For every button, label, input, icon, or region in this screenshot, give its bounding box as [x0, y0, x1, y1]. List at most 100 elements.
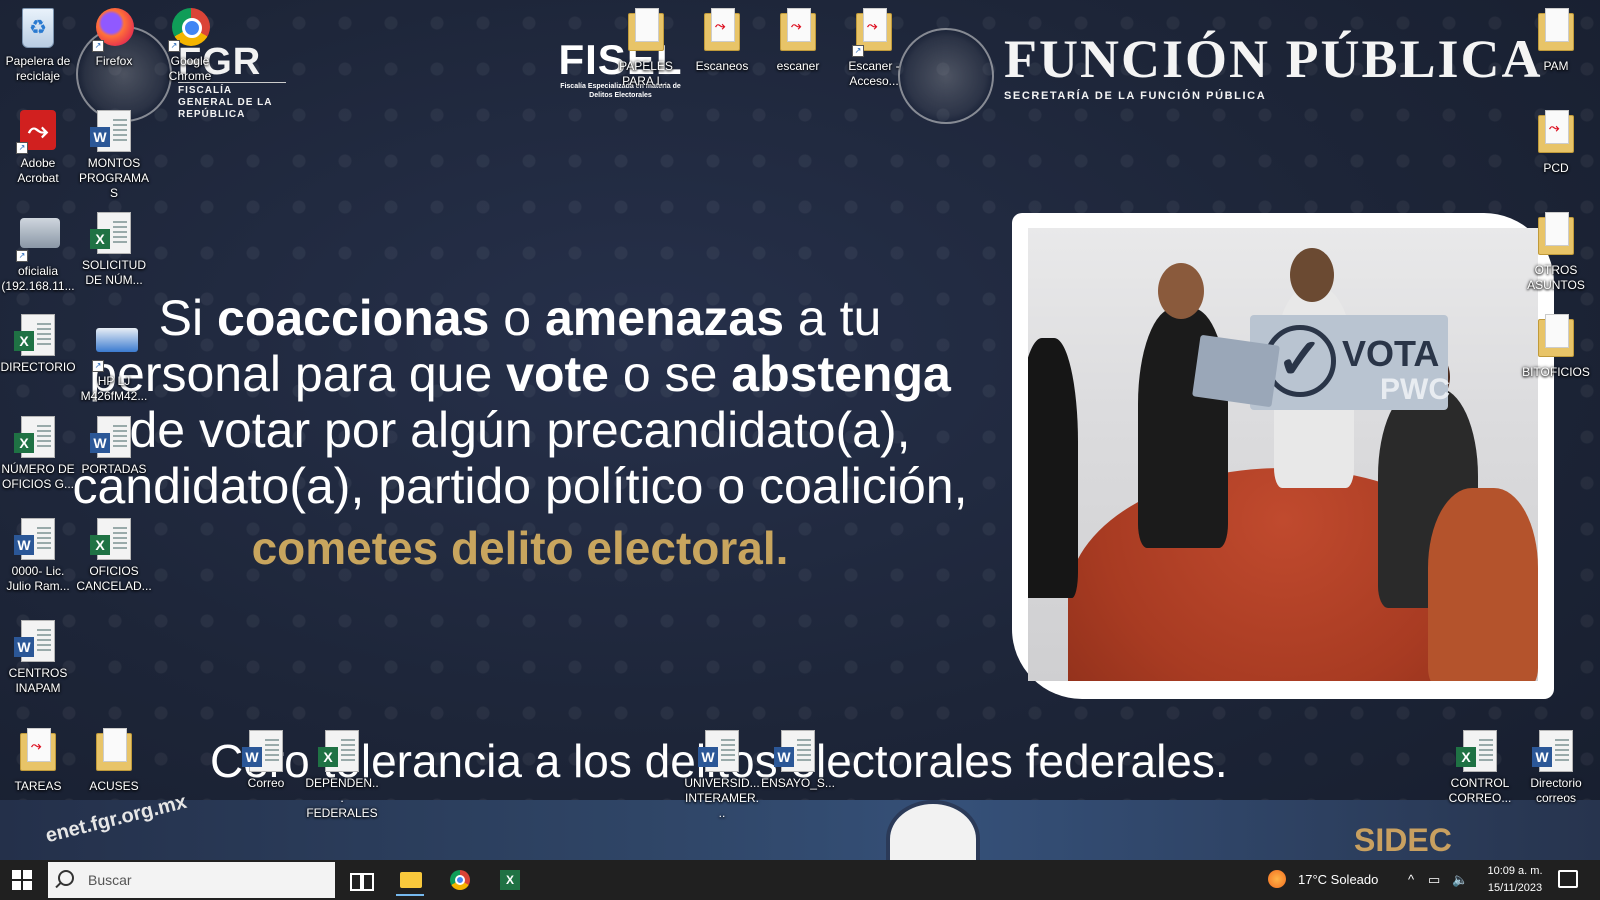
excel-doc-icon: X: [14, 416, 55, 458]
desktop-icon-hp-scanner[interactable]: ↗ HP LJ M426fM42...: [76, 314, 152, 404]
desktop-wallpaper: FGR FISCALÍA GENERAL DE LA REPÚBLICA FIS…: [0, 0, 1600, 860]
desktop-icon-universidad[interactable]: W UNIVERSID... INTERAMER...: [684, 730, 760, 821]
scanner-icon: [96, 328, 138, 352]
desktop-icon-correo[interactable]: W Correo: [228, 730, 304, 791]
photo-head: [1158, 263, 1204, 319]
word-doc-icon: W: [90, 110, 131, 152]
pdf-folder-icon: ⤳: [704, 8, 740, 51]
desktop-icon-escaner-acceso[interactable]: ⤳ ↗ Escaner - Acceso...: [836, 8, 912, 89]
desktop-icon-ensayo[interactable]: W ENSAYO_S...: [760, 730, 836, 791]
volume-icon[interactable]: 🔈: [1452, 872, 1468, 888]
desktop-icon-pam[interactable]: PAM: [1518, 8, 1594, 74]
campaign-photo: ✓ VOTA PWC: [1028, 228, 1538, 681]
word-doc-icon: W: [14, 518, 55, 560]
desktop-icon-dependencias[interactable]: X DEPENDEN... FEDERALES: [304, 730, 380, 821]
desktop-icon-escaner[interactable]: ⤳ escaner: [760, 8, 836, 74]
folder-icon: [400, 872, 422, 888]
sign-word: VOTA: [1342, 333, 1440, 374]
excel-doc-icon: X: [90, 212, 131, 254]
active-indicator: [396, 894, 424, 896]
word-doc-icon: W: [698, 730, 739, 772]
clock-time: 10:09 a. m.: [1487, 865, 1543, 877]
desktop-icon-tareas[interactable]: ⤳ TAREAS: [0, 728, 76, 794]
excel-icon: X: [500, 870, 520, 890]
word-doc-icon: W: [1532, 730, 1573, 772]
desktop-icon-escaneos[interactable]: ⤳ Escaneos: [684, 8, 760, 74]
pdf-folder-icon: ⤳: [780, 8, 816, 51]
search-placeholder: Buscar: [88, 872, 132, 888]
desktop-icon-acuses[interactable]: ACUSES: [76, 728, 152, 794]
photo-person: [1428, 488, 1538, 681]
headline-line-5: cometes delito electoral.: [251, 522, 789, 574]
tray-chevron-button[interactable]: ^: [1408, 872, 1414, 887]
desktop-icon-solicitud[interactable]: X SOLICITUD DE NÚM...: [76, 212, 152, 288]
excel-taskbar-button[interactable]: X: [490, 864, 530, 896]
vota-sign: ✓ VOTA PWC: [1250, 315, 1450, 410]
excel-doc-icon: X: [318, 730, 359, 772]
desktop-icon-centros-inapam[interactable]: W CENTROS INAPAM: [0, 620, 76, 696]
mexico-seal-icon: [898, 28, 994, 124]
file-explorer-button[interactable]: [390, 864, 430, 896]
desktop-icon-oficios-cancelados[interactable]: X OFICIOS CANCELAD...: [76, 518, 152, 594]
excel-doc-icon: X: [1456, 730, 1497, 772]
folder-icon: [1538, 212, 1574, 255]
task-view-button[interactable]: [340, 864, 380, 896]
headline-line-3: de votar por algún precandidato(a),: [129, 402, 911, 458]
desktop-icon-firefox[interactable]: ↗ Firefox: [76, 8, 152, 69]
recycle-bin-icon: ♻: [22, 8, 54, 48]
photo-head: [1290, 248, 1334, 302]
word-doc-icon: W: [90, 416, 131, 458]
folder-icon: [1538, 314, 1574, 357]
funcion-publica-title: FUNCIÓN PÚBLICA: [1004, 29, 1543, 89]
start-button[interactable]: [12, 870, 32, 890]
desktop-icon-directorio[interactable]: X DIRECTORIO: [0, 314, 76, 375]
headline-line-1: Si coaccionas o amenazas a tu: [158, 290, 882, 346]
funcion-publica-subtitle: SECRETARÍA DE LA FUNCIÓN PÚBLICA: [1004, 90, 1267, 102]
desktop-icon-pcd[interactable]: ⤳ PCD: [1518, 110, 1594, 176]
sign-party: PWC: [1380, 373, 1450, 406]
desktop-icon-directorio-correos[interactable]: W Directorio correos: [1518, 730, 1594, 806]
chrome-icon: [450, 870, 470, 890]
funcion-publica-logo: FUNCIÓN PÚBLICA SECRETARÍA DE LA FUNCIÓN…: [1004, 28, 1543, 102]
photo-card: [1192, 334, 1280, 408]
notification-icon[interactable]: [1558, 870, 1578, 888]
taskbar: Buscar X 17°C Soleado ^ ▭ 🔈 10:09 a. m. …: [0, 860, 1600, 900]
desktop-icon-portadas[interactable]: W PORTADAS: [76, 416, 152, 477]
sun-icon: [1268, 870, 1286, 888]
desktop-icon-julio[interactable]: W 0000- Lic. Julio Ram...: [0, 518, 76, 594]
fgr-logo-subtitle: FISCALÍA GENERAL DE LA REPÚBLICA: [178, 82, 286, 121]
taskbar-search-box[interactable]: Buscar: [48, 862, 335, 898]
pdf-folder-icon: ⤳: [20, 728, 56, 771]
desktop-icon-control-correo[interactable]: X CONTROL CORREO...: [1442, 730, 1518, 806]
desktop-icon-papeles[interactable]: PAPELES PARA I...: [608, 8, 684, 89]
desktop-icon-numero-oficios[interactable]: X NÚMERO DE OFICIOS G...: [0, 416, 76, 492]
excel-doc-icon: X: [90, 518, 131, 560]
desktop-icon-montos-programas[interactable]: W MONTOS PROGRAMAS: [76, 110, 152, 201]
clock-date: 15/11/2023: [1487, 882, 1543, 894]
word-doc-icon: W: [14, 620, 55, 662]
headline-line-2: personal para que vote o se abstenga: [89, 346, 951, 402]
desktop-icon-acrobat[interactable]: ⤳ ↗ Adobe Acrobat: [0, 110, 76, 186]
sidec-logo: SIDEC: [1354, 822, 1452, 858]
headline-line-4: candidato(a), partido político o coalici…: [72, 458, 968, 514]
chrome-taskbar-button[interactable]: [440, 864, 480, 896]
word-doc-icon: W: [774, 730, 815, 772]
folder-icon: [628, 8, 664, 51]
desktop-icon-recycle-bin[interactable]: ♻ Papelera de reciclaje: [0, 8, 76, 84]
pdf-folder-icon: ⤳: [1538, 110, 1574, 153]
desktop-icon-chrome[interactable]: ↗ Google Chrome: [152, 8, 228, 84]
desktop-icon-oficialia[interactable]: ↗ oficialia (192.168.11...: [0, 212, 76, 294]
desktop-icon-otros-asuntos[interactable]: OTROS ASUNTOS: [1518, 212, 1594, 293]
printer-icon: [20, 218, 60, 248]
system-clock[interactable]: 10:09 a. m. 15/11/2023: [1482, 863, 1548, 897]
desktop-icon-bitoficios[interactable]: BITOFICIOS: [1518, 314, 1594, 380]
folder-icon: [96, 728, 132, 771]
photo-person: [1028, 338, 1078, 598]
search-icon: [58, 870, 74, 886]
excel-doc-icon: X: [14, 314, 55, 356]
weather-text: 17°C Soleado: [1298, 872, 1379, 887]
word-doc-icon: W: [242, 730, 283, 772]
campaign-headline: Si coaccionas o amenazas a tu personal p…: [40, 290, 1000, 576]
folder-icon: [1538, 8, 1574, 51]
network-icon[interactable]: ▭: [1428, 872, 1440, 888]
